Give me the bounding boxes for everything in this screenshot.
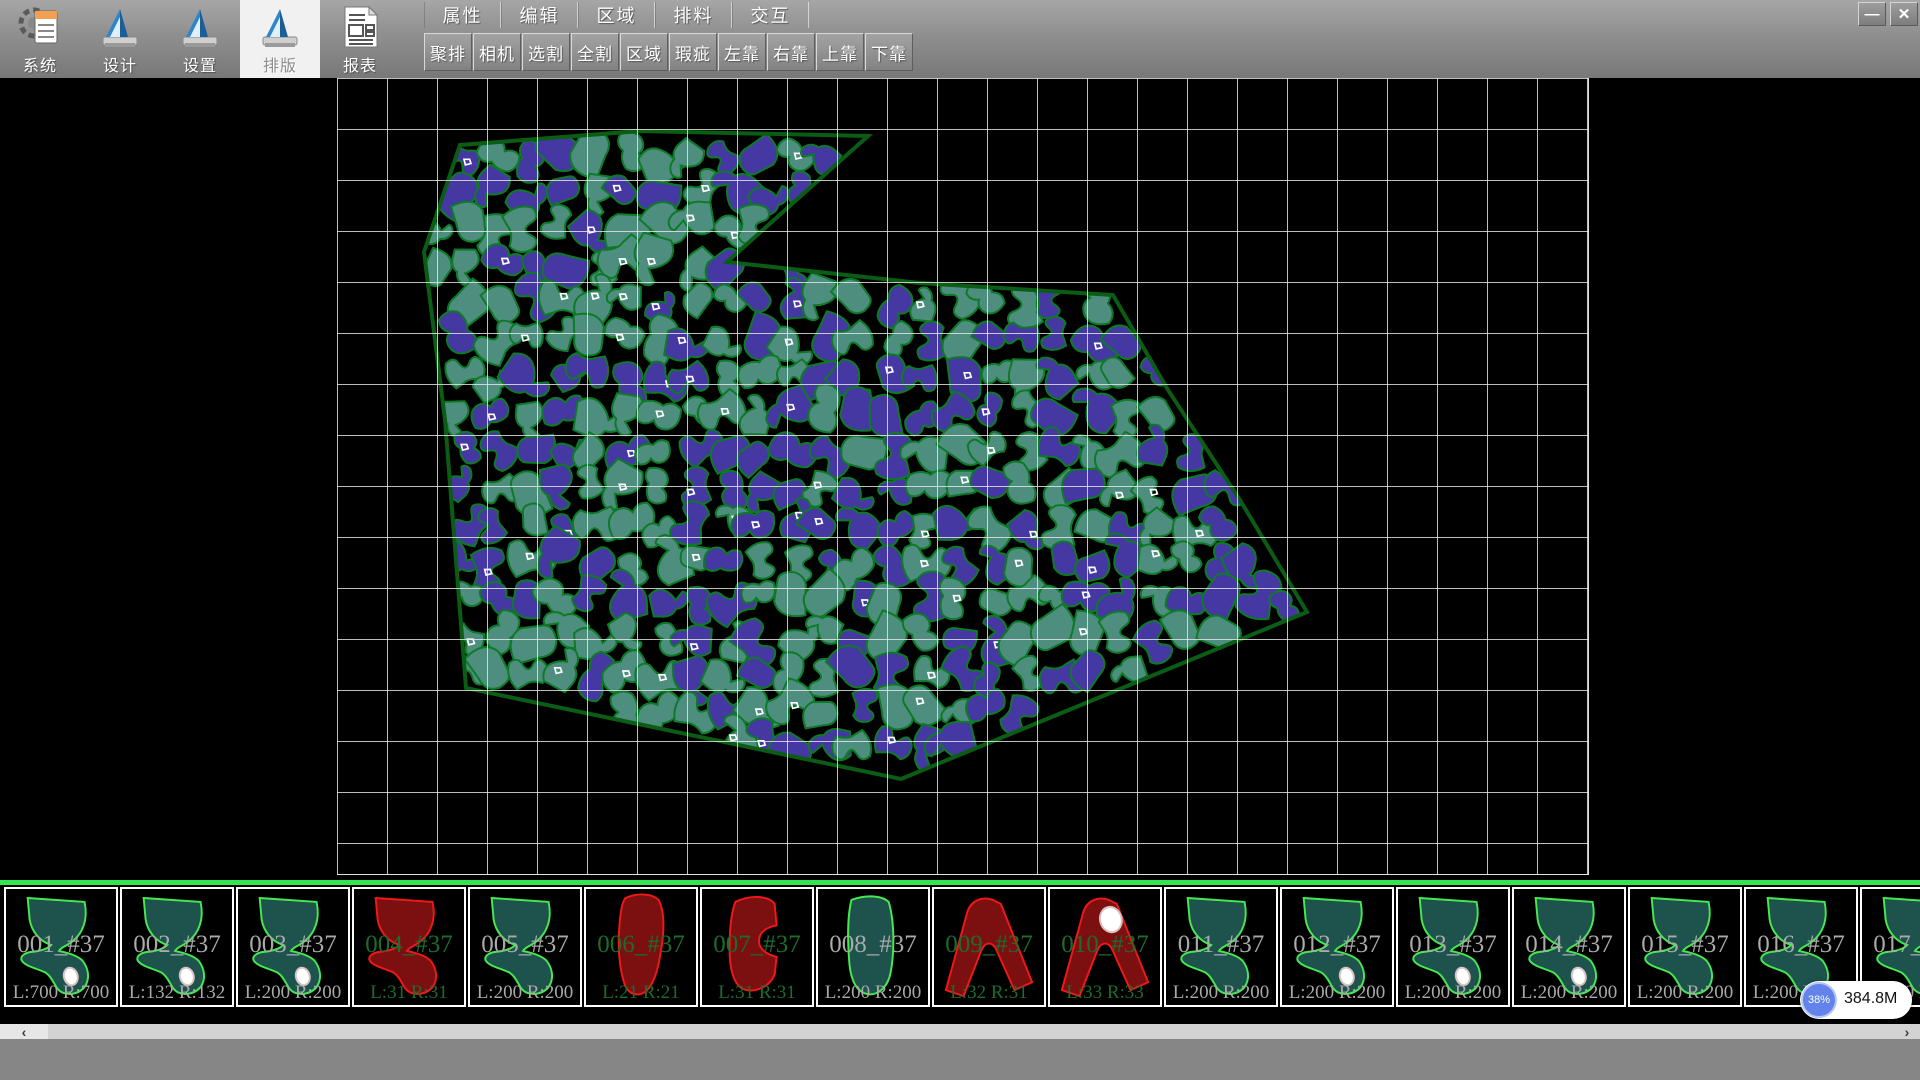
menu-tab-交互[interactable]: 交互 <box>732 2 809 28</box>
piece-name: 002_#37 <box>122 931 232 959</box>
scroll-left-button[interactable]: ‹ <box>0 1024 48 1039</box>
piece-lr-label: L:31 R:31 <box>354 982 464 1004</box>
piece-lr-label: L:200 R:200 <box>818 982 928 1004</box>
app-tab-设置[interactable]: 设置 <box>160 0 240 78</box>
memory-progress-widget[interactable]: 38% 384.8M <box>1800 981 1912 1019</box>
piece-thumbnail-001_#37[interactable]: 001_#37 L:700 R:700 <box>4 887 118 1007</box>
piece-name: 004_#37 <box>354 931 464 959</box>
piece-name: 007_#37 <box>702 931 812 959</box>
piece-lr-label: L:200 R:200 <box>1514 982 1624 1004</box>
piece-thumbnail-005_#37[interactable]: 005_#37 L:200 R:200 <box>468 887 582 1007</box>
tool-button-右靠[interactable]: 右靠 <box>767 33 815 71</box>
piece-thumbnail-014_#37[interactable]: 014_#37 L:200 R:200 <box>1512 887 1626 1007</box>
piece-lr-label: L:33 R:33 <box>1050 982 1160 1004</box>
piece-lr-label: L:200 R:200 <box>1282 982 1392 1004</box>
piece-lr-label: L:200 R:200 <box>1398 982 1508 1004</box>
memory-value: 384.8M <box>1844 990 1897 1008</box>
piece-thumbnail-003_#37[interactable]: 003_#37 L:200 R:200 <box>236 887 350 1007</box>
piece-thumbnail-011_#37[interactable]: 011_#37 L:200 R:200 <box>1164 887 1278 1007</box>
piece-lr-label: L:21 R:21 <box>586 982 696 1004</box>
menu-tab-排料[interactable]: 排料 <box>655 2 732 28</box>
system-gear-icon <box>17 3 63 51</box>
app-tab-bar: 系统 设计 设置 排版 报表 <box>0 0 400 78</box>
settings-ruler-icon <box>177 3 223 51</box>
piece-name: 017_#37 <box>1862 931 1920 959</box>
menu-tab-row: 属性编辑区域排料交互 <box>424 2 914 30</box>
piece-thumbnail-012_#37[interactable]: 012_#37 L:200 R:200 <box>1280 887 1394 1007</box>
piece-name: 008_#37 <box>818 931 928 959</box>
app-tab-排版[interactable]: 排版 <box>240 0 320 78</box>
piece-name: 013_#37 <box>1398 931 1508 959</box>
tool-button-区域[interactable]: 区域 <box>620 33 668 71</box>
app-tab-label: 排版 <box>263 52 297 76</box>
app-tab-label: 设置 <box>183 52 217 76</box>
app-tab-报表[interactable]: 报表 <box>320 0 400 78</box>
app-tab-label: 系统 <box>23 52 57 76</box>
piece-thumbnail-015_#37[interactable]: 015_#37 L:200 R:200 <box>1628 887 1742 1007</box>
piece-name: 014_#37 <box>1514 931 1624 959</box>
menu-tab-区域[interactable]: 区域 <box>578 2 655 28</box>
piece-thumbnail-004_#37[interactable]: 004_#37 L:31 R:31 <box>352 887 466 1007</box>
piece-lr-label: L:200 R:200 <box>1630 982 1740 1004</box>
piece-thumbnail-013_#37[interactable]: 013_#37 L:200 R:200 <box>1396 887 1510 1007</box>
piece-lr-label: L:32 R:31 <box>934 982 1044 1004</box>
app-tab-系统[interactable]: 系统 <box>0 0 80 78</box>
piece-name: 011_#37 <box>1166 931 1276 959</box>
tool-button-聚排[interactable]: 聚排 <box>424 33 472 71</box>
minimize-button[interactable]: — <box>1858 2 1886 26</box>
scroll-right-button[interactable]: › <box>1894 1024 1920 1039</box>
tool-button-瑕疵[interactable]: 瑕疵 <box>669 33 717 71</box>
nesting-ruler-icon <box>257 3 303 51</box>
app-tab-label: 报表 <box>343 52 377 76</box>
tool-button-row: 聚排相机选割全割区域瑕疵左靠右靠上靠下靠 <box>424 33 914 71</box>
piece-name: 016_#37 <box>1746 931 1856 959</box>
tool-button-全割[interactable]: 全割 <box>571 33 619 71</box>
piece-name: 003_#37 <box>238 931 348 959</box>
tool-button-相机[interactable]: 相机 <box>473 33 521 71</box>
window-controls: — ✕ <box>1858 2 1918 26</box>
piece-lr-label: L:31 R:31 <box>702 982 812 1004</box>
piece-lr-label: L:200 R:200 <box>1166 982 1276 1004</box>
piece-lr-label: L:200 R:200 <box>470 982 580 1004</box>
piece-lr-label: L:200 R:200 <box>238 982 348 1004</box>
horizontal-scrollbar[interactable]: ‹ › <box>0 1024 1920 1039</box>
piece-thumbnail-002_#37[interactable]: 002_#37 L:132 R:132 <box>120 887 234 1007</box>
status-bar <box>0 1039 1920 1080</box>
menu-tab-编辑[interactable]: 编辑 <box>501 2 578 28</box>
report-doc-icon <box>337 3 383 51</box>
tool-button-选割[interactable]: 选割 <box>522 33 570 71</box>
piece-thumbnail-strip: 001_#37L:700 R:700002_#37L:132 R:132003_… <box>0 885 1920 1024</box>
piece-name: 015_#37 <box>1630 931 1740 959</box>
piece-thumbnail-007_#37[interactable]: 007_#37 L:31 R:31 <box>700 887 814 1007</box>
piece-name: 010_#37 <box>1050 931 1160 959</box>
piece-thumbnail-010_#37[interactable]: 010_#37 L:33 R:33 <box>1048 887 1162 1007</box>
piece-lr-label: L:700 R:700 <box>6 982 116 1004</box>
piece-thumbnail-008_#37[interactable]: 008_#37 L:200 R:200 <box>816 887 930 1007</box>
piece-name: 005_#37 <box>470 931 580 959</box>
piece-thumbnail-009_#37[interactable]: 009_#37 L:32 R:31 <box>932 887 1046 1007</box>
piece-lr-label: L:132 R:132 <box>122 982 232 1004</box>
piece-name: 012_#37 <box>1282 931 1392 959</box>
piece-cells: 001_#37L:700 R:700002_#37L:132 R:132003_… <box>4 887 1920 1007</box>
piece-name: 006_#37 <box>586 931 696 959</box>
close-button[interactable]: ✕ <box>1890 2 1918 26</box>
tool-button-左靠[interactable]: 左靠 <box>718 33 766 71</box>
progress-circle: 38% <box>1801 982 1837 1018</box>
piece-name: 009_#37 <box>934 931 1044 959</box>
piece-name: 001_#37 <box>6 931 116 959</box>
menu-area: 属性编辑区域排料交互 聚排相机选割全割区域瑕疵左靠右靠上靠下靠 <box>424 0 914 71</box>
app-tab-设计[interactable]: 设计 <box>80 0 160 78</box>
menu-tab-属性[interactable]: 属性 <box>424 2 501 28</box>
design-ruler-icon <box>97 3 143 51</box>
app-tab-label: 设计 <box>103 52 137 76</box>
tool-button-下靠[interactable]: 下靠 <box>865 33 913 71</box>
main-toolbar: 系统设计设置排版报表 属性编辑区域排料交互 聚排相机选割全割区域瑕疵左靠右靠上靠… <box>0 0 1920 78</box>
tool-button-上靠[interactable]: 上靠 <box>816 33 864 71</box>
piece-thumbnail-006_#37[interactable]: 006_#37 L:21 R:21 <box>584 887 698 1007</box>
